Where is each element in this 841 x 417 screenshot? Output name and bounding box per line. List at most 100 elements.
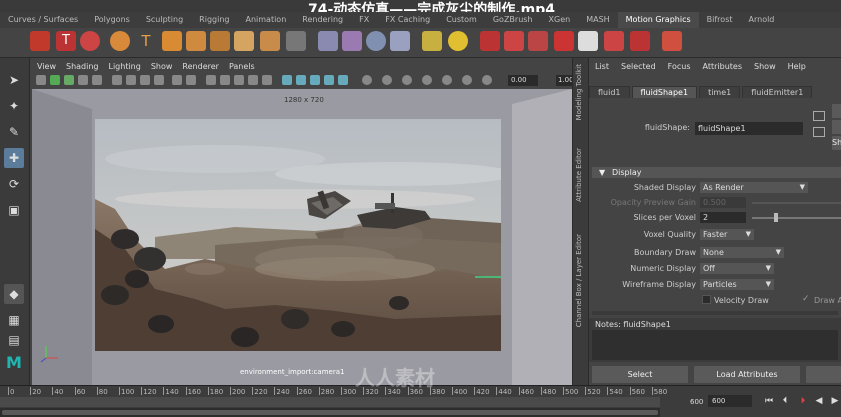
playblast-icon[interactable] [482, 75, 492, 85]
sphere-icon[interactable] [110, 31, 130, 51]
copy-tab-button[interactable] [806, 366, 841, 383]
shelf-tab-gozbrush[interactable]: GoZBrush [485, 12, 541, 28]
viewport-menu-view[interactable]: View [32, 61, 61, 73]
shelf-tab-fx[interactable]: FX [351, 12, 377, 28]
rotate-tool-icon[interactable]: ⟳ [4, 174, 24, 194]
viewport-menu-show[interactable]: Show [146, 61, 178, 73]
viewport-menu-panels[interactable]: Panels [224, 61, 260, 73]
camera-icon[interactable] [36, 75, 46, 85]
viewport-menu-shading[interactable]: Shading [61, 61, 104, 73]
sun-icon[interactable] [448, 31, 468, 51]
ae-menu-focus[interactable]: Focus [662, 61, 697, 73]
ae-menu-attributes[interactable]: Attributes [697, 61, 749, 73]
section-display[interactable]: Display [592, 167, 841, 178]
grid-icon[interactable] [92, 75, 102, 85]
tab-channel-box[interactable]: Channel Box / Layer Editor [575, 234, 583, 327]
ae-tab-fluidshape1[interactable]: fluidShape1 [631, 86, 698, 98]
textured-icon[interactable] [234, 75, 244, 85]
shelf-tab-custom[interactable]: Custom [438, 12, 485, 28]
wireframe-display-dropdown[interactable]: Particles ▼ [700, 279, 774, 290]
lasso-tool-icon[interactable]: ✦ [4, 96, 24, 116]
voxel-quality-dropdown[interactable]: Faster ▼ [700, 229, 754, 240]
bookmark-icon[interactable] [64, 75, 74, 85]
ae-menu-help[interactable]: Help [782, 61, 812, 73]
shelf-tab-animation[interactable]: Animation [237, 12, 294, 28]
ae-menu-list[interactable]: List [589, 61, 615, 73]
tab-attribute-editor[interactable]: Attribute Editor [575, 148, 583, 202]
ae-tab-fluid1[interactable]: fluid1 [589, 86, 630, 98]
mash-distribute-icon[interactable] [504, 31, 524, 51]
two-view-icon[interactable]: ▤ [4, 330, 24, 350]
effect-icon[interactable] [390, 31, 410, 51]
type-icon[interactable]: T [136, 31, 156, 51]
slices-per-voxel-slider[interactable] [752, 217, 841, 219]
select-button[interactable]: Select [592, 366, 688, 383]
single-view-icon[interactable]: ◆ [4, 284, 24, 304]
wand-icon[interactable] [342, 31, 362, 51]
shadows-icon[interactable] [262, 75, 272, 85]
notes-textarea[interactable] [592, 330, 838, 360]
gamma-icon[interactable] [382, 75, 392, 85]
shelf-tab-motion-graphics[interactable]: Motion Graphics [617, 12, 699, 28]
mash-dots-icon[interactable] [604, 31, 624, 51]
step-back-key-icon[interactable]: ⏴ [780, 396, 790, 406]
smooth-shade-icon[interactable] [220, 75, 230, 85]
mash-random-icon[interactable] [554, 31, 574, 51]
shelf-tab-rigging[interactable]: Rigging [191, 12, 237, 28]
viewport-menu-lighting[interactable]: Lighting [103, 61, 145, 73]
color-manage-icon[interactable] [402, 75, 412, 85]
exposure-field[interactable]: 0.00 [508, 75, 538, 86]
ao-icon[interactable] [324, 75, 334, 85]
display-icon[interactable] [462, 75, 472, 85]
sphere-blue-icon[interactable] [366, 31, 386, 51]
notes-toggle-button[interactable] [832, 104, 841, 118]
film-gate-icon[interactable] [112, 75, 122, 85]
velocity-draw-checkbox[interactable] [702, 295, 711, 304]
play-forward-icon[interactable]: ▶ [830, 396, 840, 406]
ae-menu-show[interactable]: Show [748, 61, 782, 73]
move-tool-icon[interactable]: ✚ [4, 148, 24, 168]
four-view-icon[interactable]: ▦ [4, 310, 24, 330]
shelf-tab-arnold[interactable]: Arnold [741, 12, 783, 28]
exposure-icon[interactable] [362, 75, 372, 85]
poly-cube-icon[interactable] [30, 31, 50, 51]
shelf-tab-xgen[interactable]: XGen [541, 12, 579, 28]
end-frame-field[interactable]: 600 [708, 395, 752, 407]
ae-menu-selected[interactable]: Selected [615, 61, 662, 73]
go-to-start-icon[interactable]: ⏮ [764, 396, 774, 406]
tab-modeling-toolkit[interactable]: Modeling Toolkit [575, 64, 583, 120]
range-slider-handle[interactable] [2, 410, 658, 415]
shelf-tab-mash[interactable]: MASH [578, 12, 617, 28]
resolution-gate-icon[interactable] [126, 75, 136, 85]
field-chart-icon[interactable] [154, 75, 164, 85]
xray-icon[interactable] [296, 75, 306, 85]
step-back-frame-icon[interactable]: ⏵ [798, 396, 808, 406]
mash-repro-icon[interactable] [528, 31, 548, 51]
shelf-tab-rendering[interactable]: Rendering [294, 12, 351, 28]
paint-select-icon[interactable]: ✎ [4, 122, 24, 142]
play-backward-icon[interactable]: ◀ [814, 396, 824, 406]
safe-title-icon[interactable] [186, 75, 196, 85]
focus-icon[interactable] [813, 111, 825, 121]
stack-icon[interactable] [234, 31, 254, 51]
xray-joints-icon[interactable] [310, 75, 320, 85]
aa-icon[interactable] [338, 75, 348, 85]
lights-icon[interactable] [248, 75, 258, 85]
layers-icon[interactable] [260, 31, 280, 51]
isolate-icon[interactable] [282, 75, 292, 85]
frame-strip[interactable] [0, 397, 660, 407]
viewport-menu-renderer[interactable]: Renderer [177, 61, 224, 73]
shelf-tab-curves-surfaces[interactable]: Curves / Surfaces [0, 12, 86, 28]
boundary-draw-dropdown[interactable]: None ▼ [700, 247, 784, 258]
node-name-field[interactable]: fluidShape1 [695, 122, 803, 135]
view-transform-icon[interactable] [422, 75, 432, 85]
select-tool-icon[interactable]: ➤ [4, 70, 24, 90]
shelf-tab-bifrost[interactable]: Bifrost [699, 12, 741, 28]
light-grid-icon[interactable] [422, 31, 442, 51]
show-button[interactable]: Sh [832, 136, 841, 150]
gamma-field[interactable]: 1.00 [556, 75, 574, 86]
mash-network-icon[interactable] [480, 31, 500, 51]
shelf-tab-polygons[interactable]: Polygons [86, 12, 138, 28]
bevel-icon[interactable] [186, 31, 206, 51]
text-tool-icon[interactable]: T [56, 31, 76, 51]
